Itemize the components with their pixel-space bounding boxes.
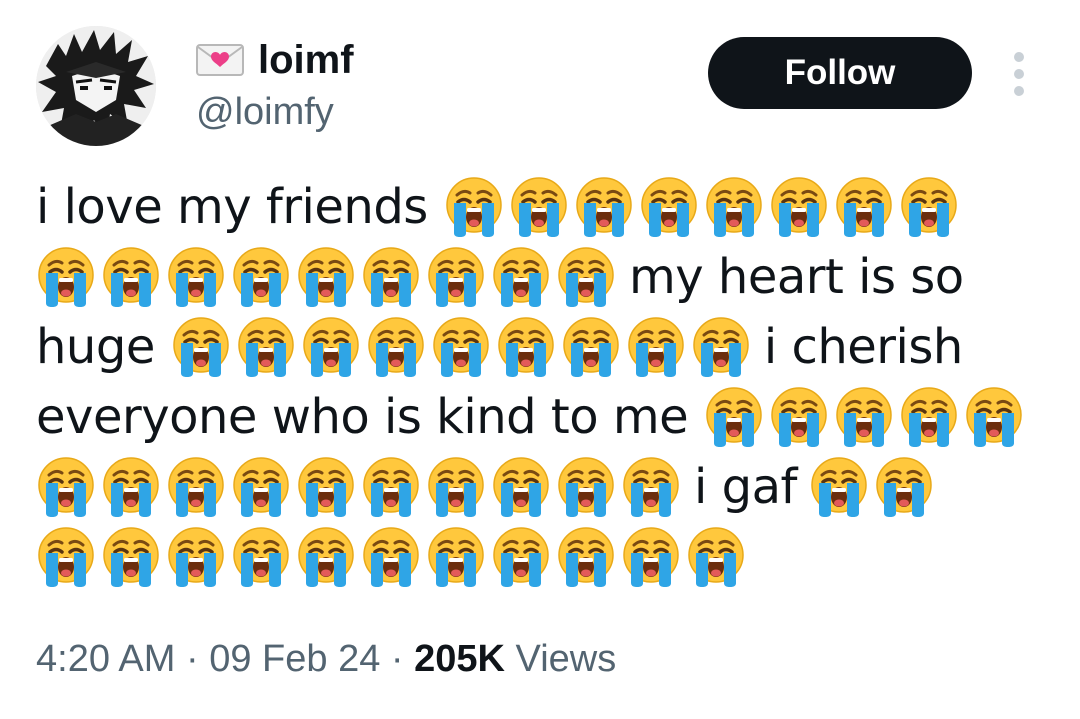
loudly-crying-face-icon — [688, 527, 744, 587]
more-dot — [1014, 69, 1024, 79]
loudly-crying-face-icon — [771, 177, 827, 237]
avatar-image — [36, 26, 156, 146]
loudly-crying-face-icon — [623, 457, 679, 517]
loudly-crying-face-icon — [168, 457, 224, 517]
loudly-crying-face-icon — [558, 247, 614, 307]
emoji-run — [36, 245, 621, 309]
loudly-crying-face-icon — [558, 527, 614, 587]
loudly-crying-face-icon — [233, 247, 289, 307]
tweet-meta: 4:20 AM · 09 Feb 24 · 205K Views — [36, 634, 616, 684]
loudly-crying-face-icon — [298, 457, 354, 517]
loudly-crying-face-icon — [38, 247, 94, 307]
loudly-crying-face-icon — [298, 247, 354, 307]
loudly-crying-face-icon — [38, 527, 94, 587]
loudly-crying-face-icon — [811, 457, 867, 517]
tweet-words: i cherish — [763, 319, 963, 375]
loudly-crying-face-icon — [233, 457, 289, 517]
emoji-run — [36, 455, 686, 519]
loudly-crying-face-icon — [103, 457, 159, 517]
loudly-crying-face-icon — [511, 177, 567, 237]
emoji-run — [171, 315, 756, 379]
more-dot — [1014, 86, 1024, 96]
loudly-crying-face-icon — [706, 387, 762, 447]
loudly-crying-face-icon — [498, 317, 554, 377]
loudly-crying-face-icon — [628, 317, 684, 377]
loudly-crying-face-icon — [303, 317, 359, 377]
emoji-run — [444, 175, 964, 239]
avatar[interactable] — [36, 26, 156, 146]
tweet-words: huge — [36, 319, 155, 375]
emoji-run — [809, 455, 939, 519]
views-label: Views — [515, 638, 617, 680]
loudly-crying-face-icon — [298, 527, 354, 587]
tweet-line-3: huge i cherish — [36, 312, 1046, 382]
loudly-crying-face-icon — [428, 247, 484, 307]
loudly-crying-face-icon — [706, 177, 762, 237]
loudly-crying-face-icon — [168, 247, 224, 307]
tweet-line-6 — [36, 522, 1046, 592]
loudly-crying-face-icon — [103, 247, 159, 307]
loudly-crying-face-icon — [493, 527, 549, 587]
loudly-crying-face-icon — [576, 177, 632, 237]
tweet-text: i love my friends my heart is so huge i … — [36, 172, 1046, 592]
loudly-crying-face-icon — [363, 527, 419, 587]
tweet-words: i love my friends — [36, 179, 428, 235]
loudly-crying-face-icon — [433, 317, 489, 377]
loudly-crying-face-icon — [623, 527, 679, 587]
loudly-crying-face-icon — [836, 177, 892, 237]
loudly-crying-face-icon — [168, 527, 224, 587]
tweet-words: everyone who is kind to me — [36, 389, 689, 445]
emoji-run — [704, 385, 1029, 449]
display-name[interactable]: loimf — [258, 36, 354, 84]
loudly-crying-face-icon — [901, 387, 957, 447]
views-count: 205K — [414, 638, 505, 680]
loudly-crying-face-icon — [363, 457, 419, 517]
loudly-crying-face-icon — [563, 317, 619, 377]
loudly-crying-face-icon — [173, 317, 229, 377]
more-vertical-icon[interactable] — [1004, 52, 1034, 96]
tweet-line-2: my heart is so — [36, 242, 1046, 312]
loudly-crying-face-icon — [771, 387, 827, 447]
tweet-line-4: everyone who is kind to me — [36, 382, 1046, 452]
loudly-crying-face-icon — [233, 527, 289, 587]
more-dot — [1014, 52, 1024, 62]
tweet-time[interactable]: 4:20 AM — [36, 638, 175, 680]
meta-separator: · — [390, 638, 404, 680]
loudly-crying-face-icon — [966, 387, 1022, 447]
loudly-crying-face-icon — [493, 457, 549, 517]
loudly-crying-face-icon — [368, 317, 424, 377]
loudly-crying-face-icon — [836, 387, 892, 447]
loudly-crying-face-icon — [363, 247, 419, 307]
meta-separator: · — [185, 638, 199, 680]
loudly-crying-face-icon — [103, 527, 159, 587]
loudly-crying-face-icon — [641, 177, 697, 237]
loudly-crying-face-icon — [238, 317, 294, 377]
user-handle[interactable]: @loimfy — [196, 88, 334, 136]
tweet-words: i gaf — [694, 459, 797, 515]
follow-button[interactable]: Follow — [708, 37, 972, 109]
loudly-crying-face-icon — [901, 177, 957, 237]
loudly-crying-face-icon — [558, 457, 614, 517]
tweet-date[interactable]: 09 Feb 24 — [209, 638, 380, 680]
tweet-line-1: i love my friends — [36, 172, 1046, 242]
loudly-crying-face-icon — [493, 247, 549, 307]
loudly-crying-face-icon — [428, 527, 484, 587]
tweet-words: my heart is so — [629, 249, 964, 305]
loudly-crying-face-icon — [876, 457, 932, 517]
tweet-line-5: i gaf — [36, 452, 1046, 522]
loudly-crying-face-icon — [446, 177, 502, 237]
loudly-crying-face-icon — [428, 457, 484, 517]
love-letter-icon — [196, 44, 244, 76]
emoji-run — [36, 525, 751, 589]
loudly-crying-face-icon — [38, 457, 94, 517]
loudly-crying-face-icon — [693, 317, 749, 377]
